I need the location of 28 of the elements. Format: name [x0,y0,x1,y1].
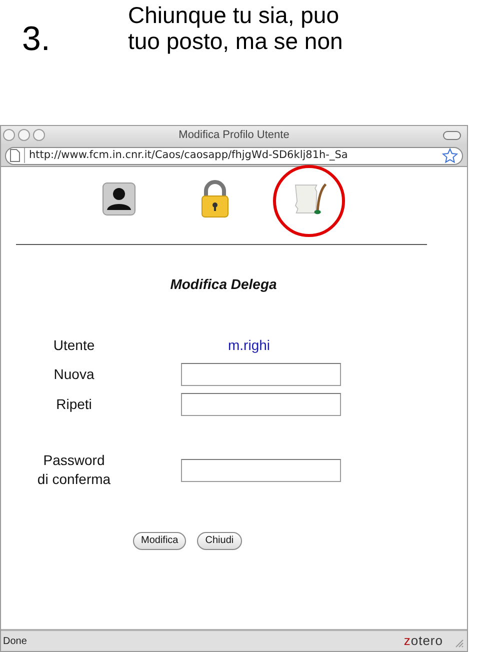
form-button[interactable]: Chiudi [197,532,242,550]
password-field[interactable] [181,393,341,416]
window-control-icon [3,129,15,141]
password-field[interactable] [181,458,341,482]
resize-grip-icon[interactable] [454,638,464,648]
slide-text-line: Chiunque tu sia, puo [128,2,340,28]
url-text: http://www.fcm.in.cnr.it/Caos/caosapp/fhjgWd-SD6klj81h-_Sa [24,148,438,164]
user-value: m.righi [228,336,270,355]
field-label: Ripeti [55,395,93,414]
toolbar-toggle-icon [443,131,461,140]
status-text: Done [3,634,27,648]
field-label: Nuova [52,365,96,384]
page-icon [10,149,20,162]
form-title: Modifica Delega [169,275,278,294]
slide-text-line: tuo posto, ma se non [128,28,343,54]
password-field[interactable] [181,363,341,386]
padlock-icon[interactable] [200,180,230,218]
slide-number: 3. [22,22,50,56]
form-button[interactable]: Modifica [133,532,186,550]
bookmark-star-icon[interactable] [442,148,458,163]
zotero-logo: zotero [404,632,443,650]
url-field[interactable]: http://www.fcm.in.cnr.it/Caos/caosapp/fhjgWd-SD6klj81h-_Sa [5,146,463,164]
window-control-icon [33,129,45,141]
window-control-icon [18,129,30,141]
field-label: Password di conferma [36,451,112,489]
user-icon[interactable] [102,182,136,216]
field-label: Utente [52,336,96,355]
window-title: Modifica Profilo Utente [178,128,290,144]
